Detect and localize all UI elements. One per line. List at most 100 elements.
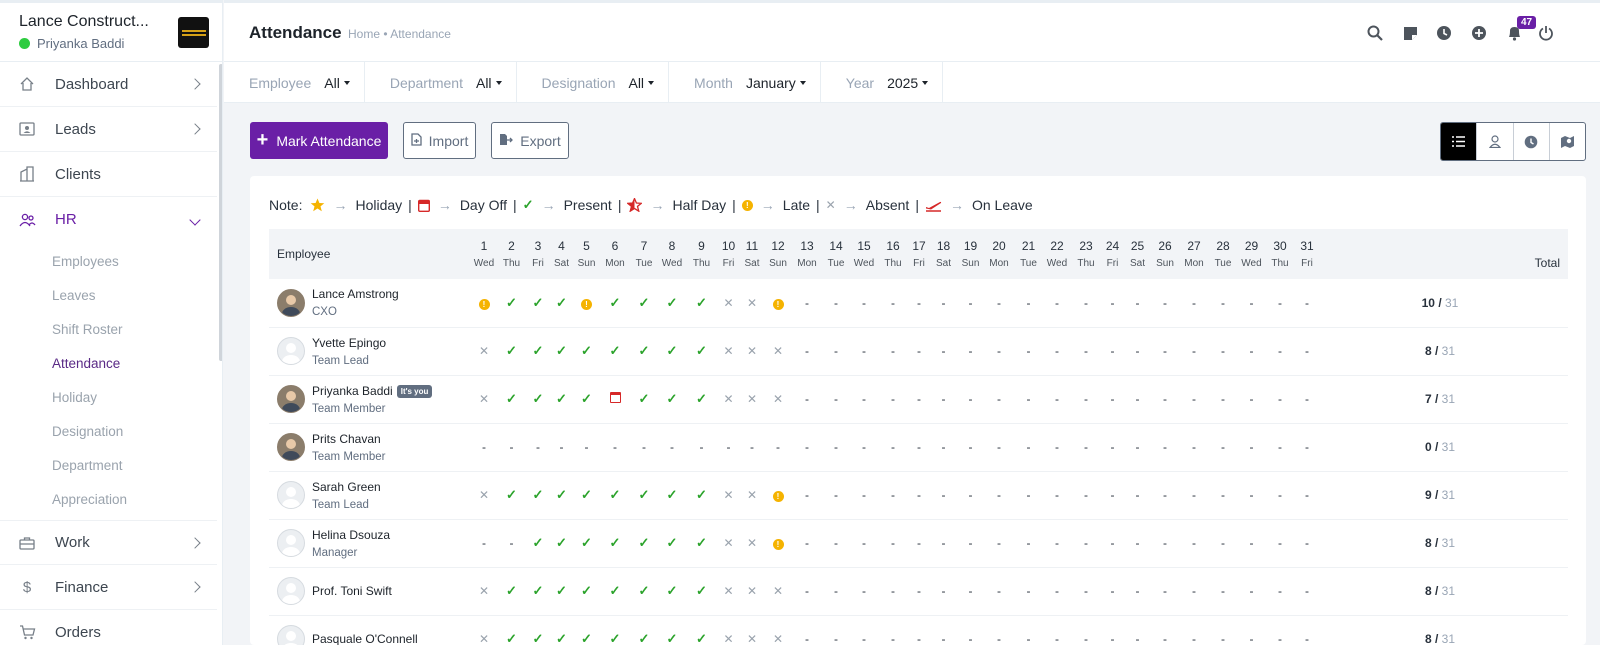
export-button[interactable]: Export — [491, 122, 569, 159]
employee-name[interactable]: Priyanka Baddi It's you — [312, 384, 433, 398]
attendance-present[interactable]: ✓ — [658, 327, 686, 376]
attendance-absent[interactable]: ✕ — [717, 327, 740, 376]
employee-view-button[interactable] — [1477, 123, 1514, 160]
attendance-absent[interactable]: ✕ — [764, 327, 792, 376]
attendance-late[interactable]: ! — [764, 471, 792, 520]
sticky-note-icon[interactable] — [1400, 23, 1420, 43]
company-logo[interactable] — [178, 17, 209, 48]
attendance-absent[interactable]: ✕ — [740, 327, 764, 376]
list-view-button[interactable] — [1441, 123, 1478, 160]
attendance-present[interactable]: ✓ — [550, 327, 573, 376]
attendance-late[interactable]: ! — [764, 519, 792, 568]
sidebar-item-leads[interactable]: Leads — [0, 107, 217, 152]
attendance-present[interactable]: ✓ — [686, 615, 717, 645]
attendance-present[interactable]: ✓ — [497, 615, 526, 645]
avatar[interactable] — [277, 385, 305, 413]
attendance-present[interactable]: ✓ — [526, 327, 550, 376]
attendance-present[interactable]: ✓ — [497, 327, 526, 376]
attendance-present[interactable]: ✓ — [573, 615, 600, 645]
clock-icon[interactable] — [1434, 23, 1454, 43]
avatar[interactable] — [277, 577, 305, 605]
sidebar-scrollbar[interactable] — [219, 64, 222, 361]
attendance-present[interactable]: ✓ — [600, 615, 630, 645]
attendance-present[interactable]: ✓ — [526, 519, 550, 568]
attendance-present[interactable]: ✓ — [573, 327, 600, 376]
avatar[interactable] — [277, 529, 305, 557]
import-button[interactable]: Import — [403, 122, 476, 159]
sidebar-subitem-leaves[interactable]: Leaves — [52, 288, 96, 303]
attendance-present[interactable]: ✓ — [526, 567, 550, 616]
employee-cell[interactable]: Sarah Green Team Lead — [269, 471, 471, 520]
employee-info[interactable]: Yvette Epingo Team Lead — [269, 336, 471, 367]
attendance-present[interactable]: ✓ — [526, 615, 550, 645]
attendance-present[interactable]: ✓ — [550, 279, 573, 328]
attendance-absent[interactable]: ✕ — [740, 519, 764, 568]
sidebar-item-clients[interactable]: Clients — [0, 152, 217, 197]
attendance-present[interactable]: ✓ — [630, 615, 658, 645]
avatar[interactable] — [277, 433, 305, 461]
attendance-present[interactable]: ✓ — [630, 519, 658, 568]
attendance-absent[interactable]: ✕ — [717, 519, 740, 568]
sidebar-item-hr[interactable]: HR — [0, 197, 217, 242]
sidebar-subitem-designation[interactable]: Designation — [52, 424, 123, 439]
filter-year[interactable]: Year 2025 — [821, 62, 944, 103]
sidebar-subitem-employees[interactable]: Employees — [52, 254, 119, 269]
attendance-present[interactable]: ✓ — [630, 567, 658, 616]
attendance-late[interactable]: ! — [471, 279, 497, 328]
sidebar-item-orders[interactable]: Orders — [0, 610, 217, 645]
attendance-present[interactable]: ✓ — [630, 471, 658, 520]
attendance-present[interactable]: ✓ — [658, 519, 686, 568]
table-row[interactable]: Sarah Green Team Lead ✕ ✓ ✓ ✓ ✓ ✓ ✓ ✓ ✓ ✕ ✕! - - - - - - - -… — [269, 471, 1568, 520]
attendance-present[interactable]: ✓ — [686, 519, 717, 568]
attendance-absent[interactable]: ✕ — [764, 567, 792, 616]
attendance-present[interactable]: ✓ — [600, 471, 630, 520]
attendance-late[interactable]: ! — [573, 279, 600, 328]
employee-cell[interactable]: Prits Chavan Team Member — [269, 423, 471, 472]
mark-attendance-button[interactable]: + Mark Attendance — [250, 122, 388, 159]
attendance-absent[interactable]: ✕ — [471, 327, 497, 376]
employee-name[interactable]: Prits Chavan — [312, 432, 386, 446]
employee-info[interactable]: Lance Amstrong CXO — [269, 287, 471, 318]
attendance-late[interactable]: ! — [764, 279, 792, 328]
attendance-present[interactable]: ✓ — [526, 471, 550, 520]
employee-name[interactable]: Sarah Green — [312, 480, 381, 494]
breadcrumb[interactable]: Home • Attendance — [348, 27, 451, 41]
map-view-button[interactable] — [1550, 123, 1585, 160]
table-row[interactable]: Lance Amstrong CXO! ✓ ✓ ✓! ✓ ✓ ✓ ✓ ✕ ✕! - - - - - - - - - - -… — [269, 279, 1568, 328]
attendance-present[interactable]: ✓ — [686, 567, 717, 616]
attendance-present[interactable]: ✓ — [600, 327, 630, 376]
add-circle-icon[interactable] — [1469, 23, 1489, 43]
company-name[interactable]: Lance Construct... — [19, 13, 169, 31]
attendance-present[interactable]: ✓ — [630, 327, 658, 376]
employee-cell[interactable]: Yvette Epingo Team Lead — [269, 327, 471, 376]
attendance-absent[interactable]: ✕ — [764, 375, 792, 424]
attendance-present[interactable]: ✓ — [550, 375, 573, 424]
employee-cell[interactable]: Prof. Toni Swift — [269, 567, 471, 616]
avatar[interactable] — [277, 625, 305, 645]
attendance-present[interactable]: ✓ — [630, 279, 658, 328]
attendance-absent[interactable]: ✕ — [471, 471, 497, 520]
attendance-absent[interactable]: ✕ — [717, 279, 740, 328]
table-row[interactable]: Prof. Toni Swift ✕ ✓ ✓ ✓ ✓ ✓ ✓ ✓ ✓ ✕ ✕ ✕ - - - - - - - - - - - -… — [269, 567, 1568, 616]
filter-designation[interactable]: Designation All — [517, 62, 670, 103]
employee-info[interactable]: Helina Dsouza Manager — [269, 528, 471, 559]
attendance-present[interactable]: ✓ — [686, 375, 717, 424]
sidebar-subitem-holiday[interactable]: Holiday — [52, 390, 97, 405]
attendance-present[interactable]: ✓ — [573, 471, 600, 520]
attendance-present[interactable]: ✓ — [600, 567, 630, 616]
attendance-present[interactable]: ✓ — [497, 279, 526, 328]
sidebar-item-finance[interactable]: $ Finance — [0, 565, 217, 610]
attendance-day-off[interactable] — [600, 375, 630, 424]
filter-department[interactable]: Department All — [365, 62, 517, 103]
employee-name[interactable]: Prof. Toni Swift — [312, 584, 392, 598]
attendance-absent[interactable]: ✕ — [471, 615, 497, 645]
attendance-absent[interactable]: ✕ — [740, 567, 764, 616]
attendance-present[interactable]: ✓ — [573, 375, 600, 424]
table-row[interactable]: Yvette Epingo Team Lead ✕ ✓ ✓ ✓ ✓ ✓ ✓ ✓ ✓ ✕ ✕ ✕ - - - - - -… — [269, 327, 1568, 376]
avatar[interactable] — [277, 288, 305, 317]
attendance-present[interactable]: ✓ — [686, 279, 717, 328]
attendance-present[interactable]: ✓ — [658, 471, 686, 520]
search-icon[interactable] — [1365, 23, 1385, 43]
attendance-present[interactable]: ✓ — [497, 567, 526, 616]
employee-name[interactable]: Helina Dsouza — [312, 528, 390, 542]
